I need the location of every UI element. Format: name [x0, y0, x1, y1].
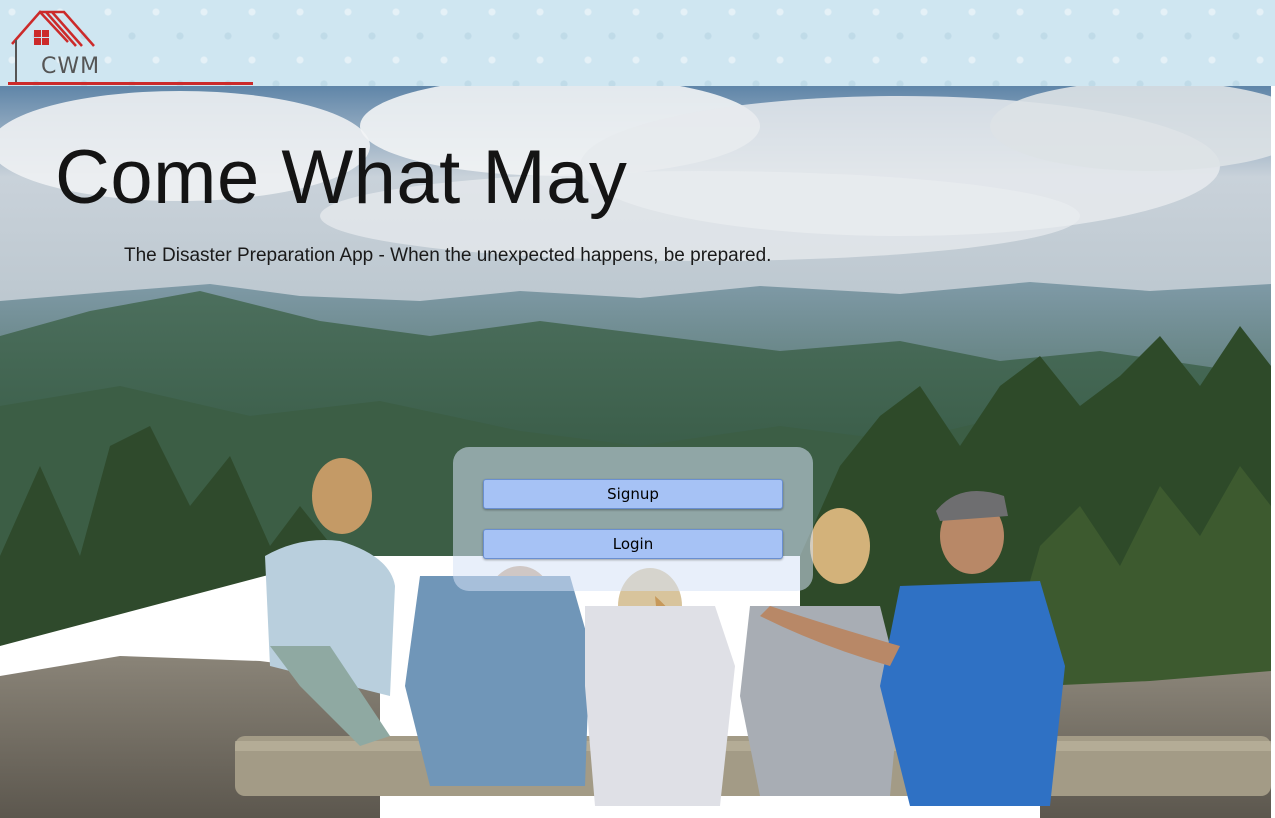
- logo-underline: [8, 82, 253, 85]
- logo-text: CWM: [41, 54, 101, 79]
- cwm-logo[interactable]: CWM: [8, 8, 253, 86]
- auth-panel: Signup Login: [453, 447, 813, 591]
- signup-button[interactable]: Signup: [483, 479, 783, 509]
- login-button[interactable]: Login: [483, 529, 783, 559]
- page-title: Come What May: [55, 135, 628, 220]
- page-subtitle: The Disaster Preparation App - When the …: [124, 245, 772, 266]
- hero-background-image: Come What May The Disaster Preparation A…: [0, 86, 1271, 818]
- header-bar: CWM: [0, 0, 1275, 86]
